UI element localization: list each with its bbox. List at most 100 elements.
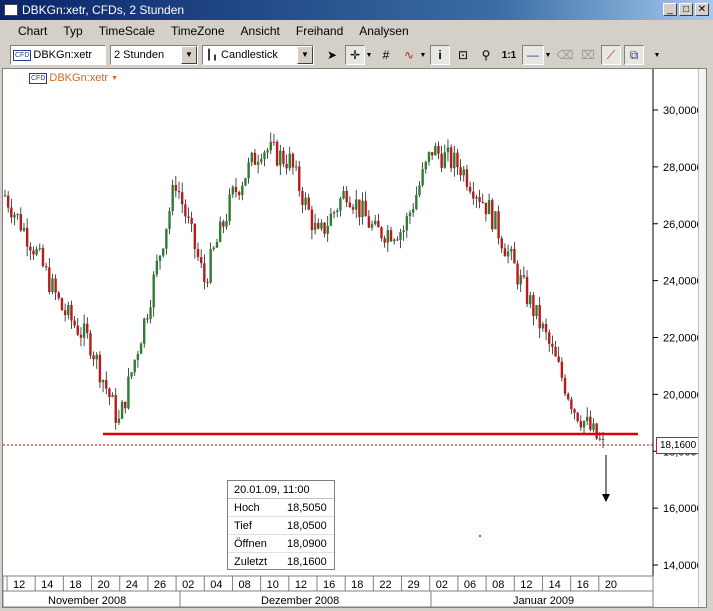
candle[interactable] bbox=[95, 352, 98, 369]
candle[interactable] bbox=[541, 321, 545, 332]
candle[interactable] bbox=[63, 303, 67, 322]
candle[interactable] bbox=[48, 258, 51, 295]
candle[interactable] bbox=[386, 224, 390, 253]
candle[interactable] bbox=[250, 151, 253, 167]
candle[interactable] bbox=[76, 318, 79, 337]
candle[interactable] bbox=[595, 422, 598, 440]
candle[interactable] bbox=[364, 191, 367, 217]
close-button[interactable]: ✕ bbox=[695, 3, 709, 16]
candle[interactable] bbox=[453, 145, 456, 177]
candle[interactable] bbox=[60, 297, 64, 311]
chevron-down-icon[interactable]: ▼ bbox=[181, 46, 197, 64]
candle[interactable] bbox=[392, 238, 396, 245]
candle[interactable] bbox=[256, 154, 260, 174]
candle[interactable] bbox=[105, 371, 108, 395]
candle[interactable] bbox=[222, 219, 225, 234]
candle[interactable] bbox=[443, 144, 446, 169]
data-window-icon[interactable]: ⊡ bbox=[453, 45, 473, 65]
candle[interactable] bbox=[44, 262, 48, 271]
candle[interactable] bbox=[472, 181, 475, 205]
candle[interactable] bbox=[10, 198, 13, 224]
erase-all-icon[interactable]: ⌧ bbox=[578, 45, 598, 65]
minimize-button[interactable]: _ bbox=[663, 3, 677, 16]
candle[interactable] bbox=[529, 291, 532, 308]
draw-trendline-icon[interactable]: ⟋ bbox=[601, 45, 621, 65]
candle[interactable] bbox=[51, 273, 54, 295]
ratio-button[interactable]: 1:1 bbox=[499, 45, 519, 65]
candle[interactable] bbox=[13, 211, 16, 226]
candle[interactable] bbox=[361, 192, 364, 225]
candle[interactable] bbox=[370, 220, 374, 231]
vertical-scrollbar[interactable] bbox=[698, 69, 706, 607]
candle[interactable] bbox=[500, 235, 503, 254]
candle[interactable] bbox=[29, 242, 32, 261]
candle[interactable] bbox=[165, 228, 168, 255]
candle[interactable] bbox=[231, 185, 235, 198]
candle[interactable] bbox=[484, 202, 488, 222]
candle[interactable] bbox=[111, 392, 114, 398]
chevron-down-icon[interactable]: ▼ bbox=[297, 46, 313, 64]
candle[interactable] bbox=[143, 317, 146, 348]
candle[interactable] bbox=[79, 327, 83, 347]
candle[interactable] bbox=[589, 410, 592, 432]
menu-timescale[interactable]: TimeScale bbox=[91, 24, 163, 38]
candle[interactable] bbox=[3, 189, 7, 197]
candle[interactable] bbox=[6, 191, 10, 213]
candle[interactable] bbox=[190, 211, 193, 233]
line-style-dropdown-icon[interactable]: ▼ bbox=[544, 45, 552, 65]
candle[interactable] bbox=[491, 198, 494, 233]
candle[interactable] bbox=[377, 213, 380, 228]
grid-toggle-icon[interactable]: # bbox=[376, 45, 396, 65]
candle[interactable] bbox=[434, 142, 437, 156]
candle[interactable] bbox=[373, 214, 377, 226]
chart-type-select[interactable]: ┃╻ Candlestick ▼ bbox=[202, 45, 314, 65]
candle[interactable] bbox=[402, 225, 405, 241]
candle[interactable] bbox=[494, 211, 497, 230]
candle[interactable] bbox=[497, 205, 500, 245]
candle[interactable] bbox=[263, 150, 266, 167]
candle[interactable] bbox=[101, 379, 105, 393]
candle[interactable] bbox=[57, 291, 60, 301]
candle[interactable] bbox=[275, 139, 279, 167]
candle[interactable] bbox=[383, 235, 386, 248]
crosshair-dropdown-icon[interactable]: ▼ bbox=[365, 45, 373, 65]
candle[interactable] bbox=[516, 260, 519, 290]
candle[interactable] bbox=[269, 132, 272, 155]
candle[interactable] bbox=[462, 165, 465, 182]
candle[interactable] bbox=[424, 160, 428, 174]
candle[interactable] bbox=[579, 415, 583, 431]
candle[interactable] bbox=[532, 292, 535, 326]
candle[interactable] bbox=[298, 160, 301, 197]
candle[interactable] bbox=[218, 216, 222, 243]
candle[interactable] bbox=[253, 148, 257, 166]
candle[interactable] bbox=[313, 213, 317, 235]
down-arrow[interactable] bbox=[602, 455, 610, 502]
multi-window-icon[interactable]: ⧉ bbox=[624, 45, 644, 65]
candle[interactable] bbox=[560, 357, 564, 382]
candle[interactable] bbox=[522, 266, 526, 280]
candle[interactable] bbox=[136, 350, 140, 368]
indicator-icon[interactable]: ∿ bbox=[399, 45, 419, 65]
candle[interactable] bbox=[120, 400, 124, 420]
candle[interactable] bbox=[551, 335, 554, 355]
candle[interactable] bbox=[456, 148, 459, 176]
menu-analysen[interactable]: Analysen bbox=[351, 24, 416, 38]
candle[interactable] bbox=[38, 243, 42, 252]
info-icon[interactable]: i bbox=[430, 45, 450, 65]
candle[interactable] bbox=[180, 182, 184, 214]
candle[interactable] bbox=[67, 301, 70, 320]
candle[interactable] bbox=[519, 269, 522, 293]
candle[interactable] bbox=[310, 205, 314, 240]
candle[interactable] bbox=[468, 181, 472, 194]
candle[interactable] bbox=[288, 146, 291, 172]
candle[interactable] bbox=[35, 246, 38, 257]
menu-timezone[interactable]: TimeZone bbox=[163, 24, 233, 38]
candle[interactable] bbox=[396, 236, 399, 241]
candle[interactable] bbox=[285, 154, 288, 175]
candle[interactable] bbox=[481, 193, 484, 204]
toolbar-overflow-icon[interactable]: ▼ bbox=[647, 45, 667, 65]
candle[interactable] bbox=[566, 392, 570, 401]
candle[interactable] bbox=[203, 254, 206, 290]
candle[interactable] bbox=[323, 222, 326, 238]
candle[interactable] bbox=[234, 177, 238, 198]
